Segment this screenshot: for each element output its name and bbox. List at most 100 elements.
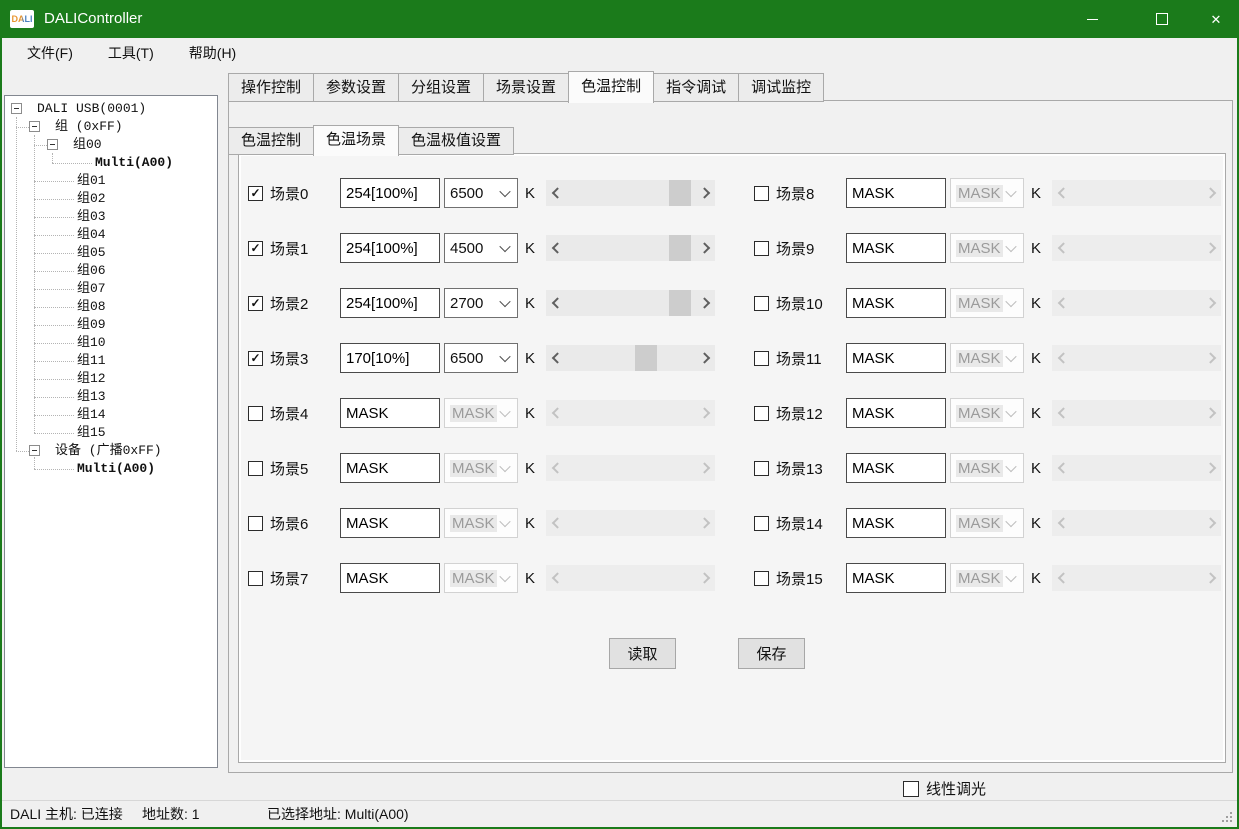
cct-dropdown[interactable]: MASK xyxy=(444,398,518,428)
scene-checkbox[interactable]: ✓ xyxy=(754,571,769,586)
tree-item[interactable]: 组01 xyxy=(5,172,217,190)
menu-item-2[interactable]: 帮助(H) xyxy=(177,38,248,68)
tree-item-label[interactable]: 组01 xyxy=(77,172,106,190)
main-tab-4[interactable]: 色温控制 xyxy=(568,71,654,103)
tree-item[interactable]: 组04 xyxy=(5,226,217,244)
sub-tab-0[interactable]: 色温控制 xyxy=(228,127,314,155)
tree-item[interactable]: 组13 xyxy=(5,388,217,406)
scroll-left-icon[interactable] xyxy=(547,180,564,206)
scene-value-input[interactable] xyxy=(340,178,440,208)
tree-item-label[interactable]: 组10 xyxy=(77,334,106,352)
close-button[interactable]: ✕ xyxy=(1193,0,1239,38)
scene-checkbox[interactable]: ✓ xyxy=(248,296,263,311)
scene-value-input[interactable] xyxy=(340,288,440,318)
tree-item[interactable]: 组07 xyxy=(5,280,217,298)
main-tab-5[interactable]: 指令调试 xyxy=(653,73,739,102)
scene-value-input[interactable] xyxy=(340,233,440,263)
scroll-left-icon[interactable] xyxy=(1053,510,1070,536)
resize-grip-icon[interactable] xyxy=(1230,820,1232,822)
tree-item-label[interactable]: 设备 (广播0xFF) xyxy=(55,442,162,460)
scrollbar-thumb[interactable] xyxy=(669,290,691,316)
scene-checkbox[interactable]: ✓ xyxy=(754,461,769,476)
scroll-left-icon[interactable] xyxy=(547,565,564,591)
scroll-right-icon[interactable] xyxy=(697,345,714,371)
tree-item[interactable]: 组15 xyxy=(5,424,217,442)
menu-item-1[interactable]: 工具(T) xyxy=(96,38,166,68)
scene-value-input[interactable] xyxy=(846,508,946,538)
scroll-right-icon[interactable] xyxy=(1203,510,1220,536)
sub-tab-2[interactable]: 色温极值设置 xyxy=(398,127,514,155)
tree-item[interactable]: 组12 xyxy=(5,370,217,388)
scene-checkbox[interactable]: ✓ xyxy=(248,571,263,586)
tree-item[interactable]: Multi(A00) xyxy=(5,460,217,478)
scroll-left-icon[interactable] xyxy=(1053,345,1070,371)
tree-item-label[interactable]: 组03 xyxy=(77,208,106,226)
cct-scrollbar[interactable] xyxy=(546,290,715,316)
scene-value-input[interactable] xyxy=(846,398,946,428)
tree-item-label[interactable]: DALI USB(0001) xyxy=(37,100,146,118)
scene-value-input[interactable] xyxy=(846,563,946,593)
scroll-left-icon[interactable] xyxy=(1053,180,1070,206)
cct-dropdown[interactable]: MASK xyxy=(950,563,1024,593)
scroll-left-icon[interactable] xyxy=(1053,455,1070,481)
scroll-right-icon[interactable] xyxy=(697,290,714,316)
scroll-left-icon[interactable] xyxy=(547,510,564,536)
scrollbar-thumb[interactable] xyxy=(669,180,691,206)
scroll-right-icon[interactable] xyxy=(1203,235,1220,261)
cct-dropdown[interactable]: MASK xyxy=(950,508,1024,538)
scene-value-input[interactable] xyxy=(846,233,946,263)
tree-item-label[interactable]: 组09 xyxy=(77,316,106,334)
scroll-left-icon[interactable] xyxy=(1053,400,1070,426)
tree-item[interactable]: 组03 xyxy=(5,208,217,226)
tree-item-label[interactable]: 组12 xyxy=(77,370,106,388)
scroll-left-icon[interactable] xyxy=(547,455,564,481)
scene-checkbox[interactable]: ✓ xyxy=(248,516,263,531)
tree-item[interactable]: 组14 xyxy=(5,406,217,424)
scene-checkbox[interactable]: ✓ xyxy=(754,186,769,201)
cct-dropdown[interactable]: MASK xyxy=(444,453,518,483)
scroll-right-icon[interactable] xyxy=(1203,290,1220,316)
scroll-right-icon[interactable] xyxy=(697,565,714,591)
tree-collapse-icon[interactable] xyxy=(29,445,40,456)
tree-item[interactable]: 组06 xyxy=(5,262,217,280)
scene-value-input[interactable] xyxy=(340,398,440,428)
tree-item[interactable]: 设备 (广播0xFF) xyxy=(5,442,217,460)
tree-item-label[interactable]: 组06 xyxy=(77,262,106,280)
scroll-left-icon[interactable] xyxy=(547,400,564,426)
tree-collapse-icon[interactable] xyxy=(11,103,22,114)
cct-dropdown[interactable]: MASK xyxy=(950,178,1024,208)
scene-checkbox[interactable]: ✓ xyxy=(248,406,263,421)
scene-value-input[interactable] xyxy=(340,343,440,373)
tree-item-label[interactable]: Multi(A00) xyxy=(95,154,173,172)
main-tab-6[interactable]: 调试监控 xyxy=(738,73,824,102)
cct-dropdown[interactable]: MASK xyxy=(950,453,1024,483)
cct-dropdown[interactable]: MASK xyxy=(950,398,1024,428)
scroll-right-icon[interactable] xyxy=(1203,180,1220,206)
scroll-right-icon[interactable] xyxy=(697,455,714,481)
cct-scrollbar[interactable] xyxy=(546,455,715,481)
cct-scrollbar[interactable] xyxy=(1052,400,1221,426)
tree-item[interactable]: Multi(A00) xyxy=(5,154,217,172)
tree-item[interactable]: DALI USB(0001) xyxy=(5,100,217,118)
cct-scrollbar[interactable] xyxy=(1052,180,1221,206)
linear-dimming-checkbox[interactable]: ✓ xyxy=(903,781,919,797)
cct-dropdown[interactable]: 2700 xyxy=(444,288,518,318)
scrollbar-thumb[interactable] xyxy=(669,235,691,261)
maximize-button[interactable] xyxy=(1139,0,1185,38)
tree-item-label[interactable]: 组00 xyxy=(73,136,102,154)
tree-item-label[interactable]: 组13 xyxy=(77,388,106,406)
tree-item-label[interactable]: 组04 xyxy=(77,226,106,244)
cct-scrollbar[interactable] xyxy=(1052,510,1221,536)
device-tree[interactable]: DALI USB(0001) 组 (0xFF) 组00 Multi(A00) 组… xyxy=(4,95,218,768)
main-tab-3[interactable]: 场景设置 xyxy=(483,73,569,102)
scene-checkbox[interactable]: ✓ xyxy=(248,351,263,366)
tree-item-label[interactable]: 组07 xyxy=(77,280,106,298)
tree-item[interactable]: 组11 xyxy=(5,352,217,370)
titlebar[interactable]: DALI DALIController ✕ xyxy=(0,0,1239,38)
scroll-right-icon[interactable] xyxy=(1203,345,1220,371)
scroll-left-icon[interactable] xyxy=(547,290,564,316)
tree-item[interactable]: 组05 xyxy=(5,244,217,262)
scene-checkbox[interactable]: ✓ xyxy=(248,461,263,476)
scene-checkbox[interactable]: ✓ xyxy=(754,406,769,421)
tree-item-label[interactable]: 组 (0xFF) xyxy=(55,118,123,136)
